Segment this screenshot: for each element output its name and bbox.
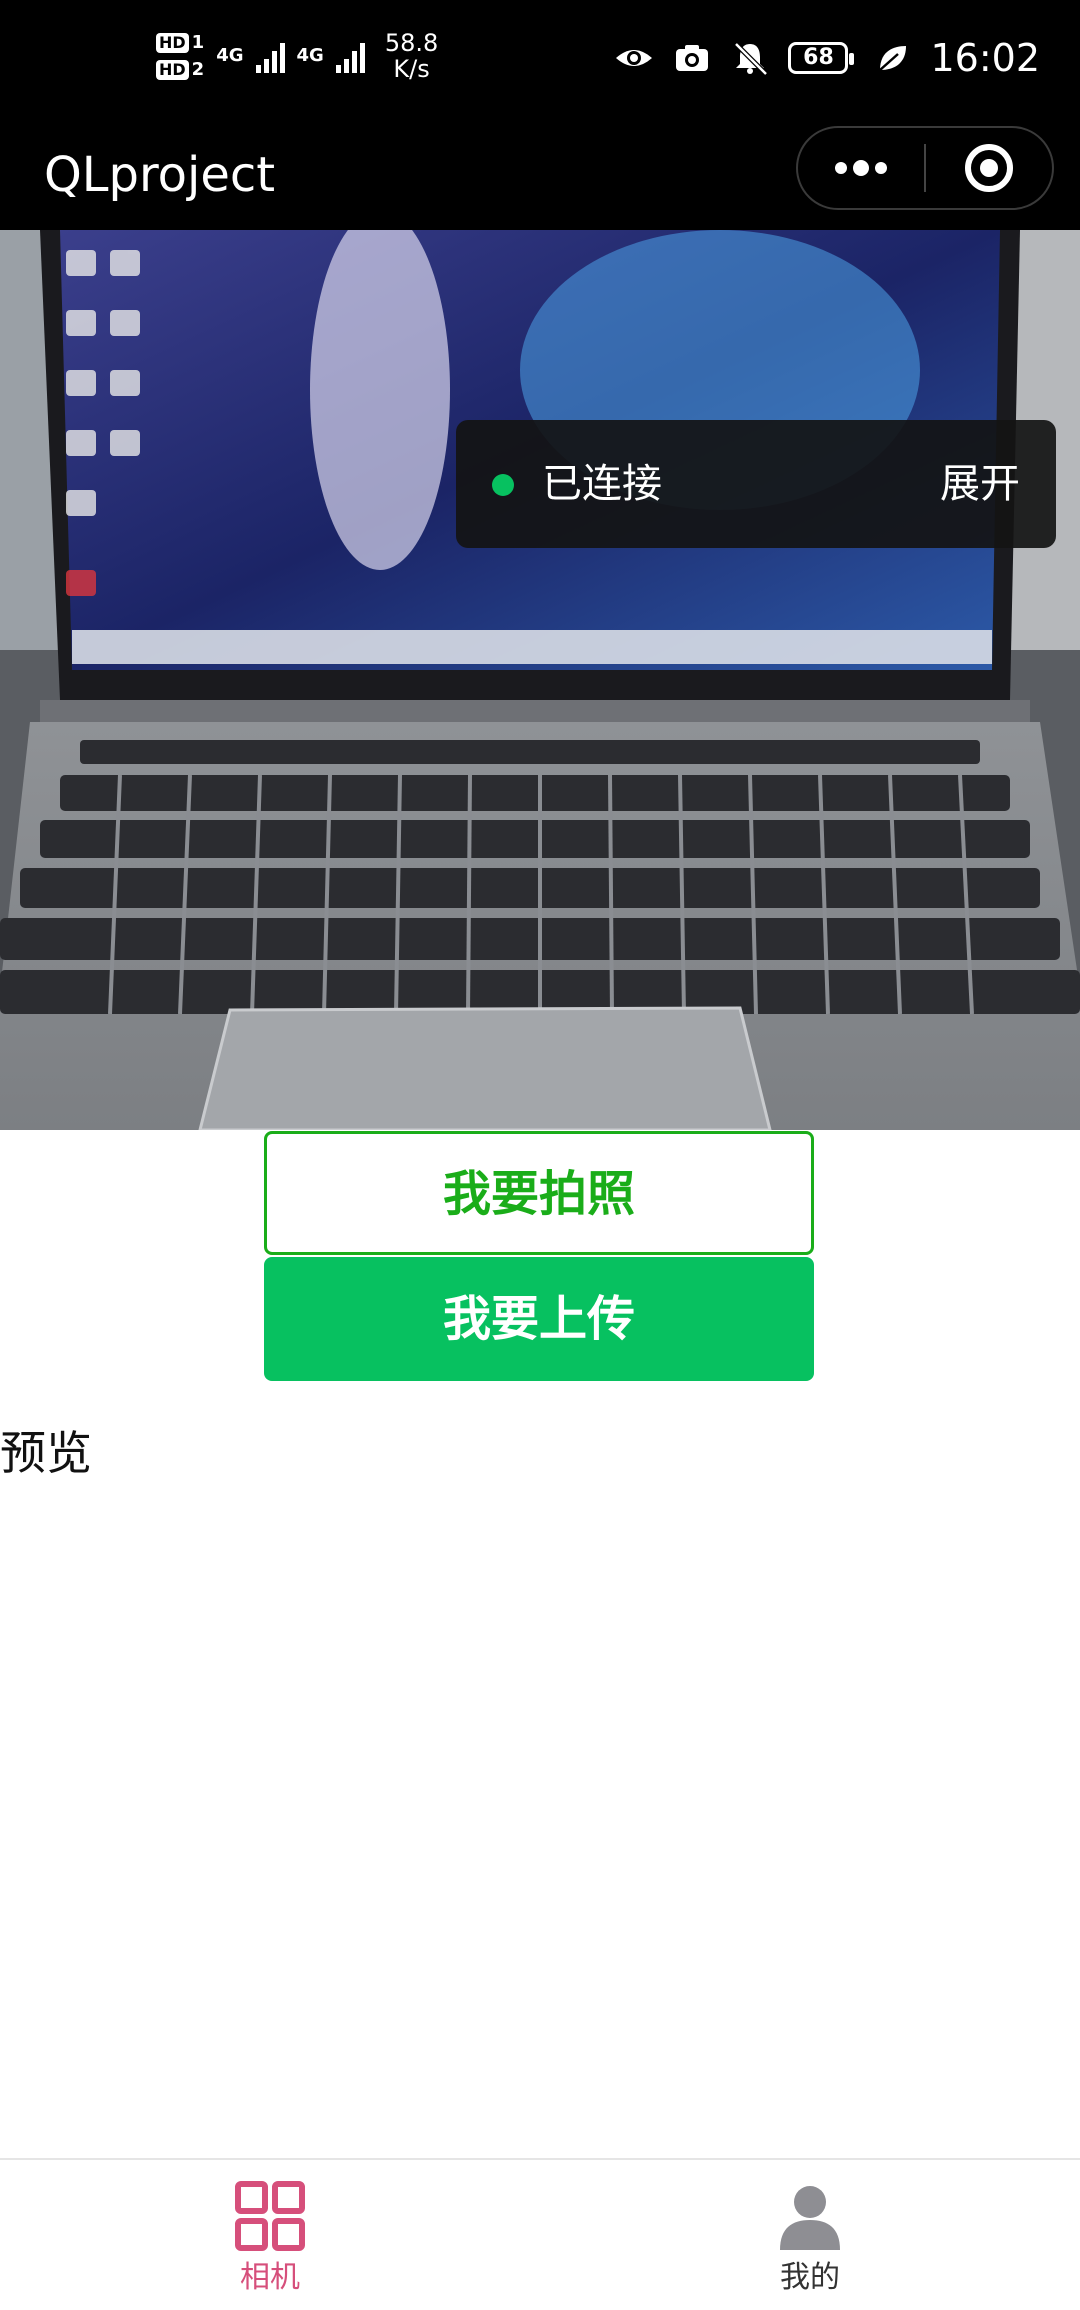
status-right: 68 16:02: [614, 36, 1040, 80]
tab-mine[interactable]: 我的: [710, 2180, 910, 2306]
tab-mine-label: 我的: [780, 2260, 840, 2295]
sim2-number: 2: [191, 59, 205, 80]
status-time: 16:02: [930, 36, 1040, 80]
sim1-hd: HD: [156, 32, 189, 53]
user-icon: [780, 2186, 840, 2250]
tab-bar: 相机 我的: [0, 2158, 1080, 2310]
expand-button[interactable]: 展开: [940, 456, 1020, 512]
capsule-menu: [796, 126, 1054, 210]
status-bar: HD 1 HD 2 4G 4G 58.8 K/s 68 16:02: [0, 0, 1080, 124]
bell-muted-icon: [734, 42, 769, 76]
connection-popup: 已连接 展开: [456, 420, 1056, 548]
tab-camera[interactable]: 相机: [170, 2180, 370, 2306]
more-button[interactable]: [798, 128, 924, 208]
upload-button[interactable]: 我要上传: [264, 1257, 814, 1381]
leaf-icon: [879, 46, 907, 71]
battery-icon: 68: [788, 42, 855, 74]
network-type-2: 4G: [296, 45, 324, 66]
close-button[interactable]: [926, 128, 1052, 208]
sim2-indicator: HD 2: [156, 59, 204, 80]
speed-value: 58.8: [384, 29, 439, 57]
sim1-number: 1: [191, 32, 205, 53]
connection-status: 已连接: [542, 461, 662, 507]
target-icon: [964, 144, 1013, 192]
signal-strength-2-icon: [335, 39, 365, 73]
sim-indicators: HD 1 HD 2: [156, 32, 204, 80]
connection-status-dot: [492, 474, 514, 496]
tab-camera-label: 相机: [240, 2260, 300, 2295]
camera-icon: [676, 45, 709, 71]
grid-icon: [235, 2181, 305, 2251]
sim1-indicator: HD 1: [156, 32, 204, 53]
network-type-1: 4G: [216, 45, 244, 66]
camera-preview-image: [0, 230, 1080, 1130]
network-speed: 58.8 K/s: [385, 30, 438, 82]
speed-unit: K/s: [393, 55, 430, 83]
sim2-hd: HD: [156, 59, 189, 80]
eye-icon: [616, 50, 653, 66]
camera-view[interactable]: 已连接 展开: [0, 230, 1080, 1130]
preview-label: 预览: [0, 1426, 92, 1480]
take-photo-button[interactable]: 我要拍照: [264, 1131, 814, 1255]
app-title: QLproject: [44, 147, 276, 203]
signal-strength-1-icon: [255, 39, 285, 73]
status-left: HD 1 HD 2 4G 4G 58.8 K/s: [156, 30, 438, 82]
mini-program-title-bar: QLproject: [0, 124, 1080, 230]
more-dots-icon: [835, 160, 887, 176]
